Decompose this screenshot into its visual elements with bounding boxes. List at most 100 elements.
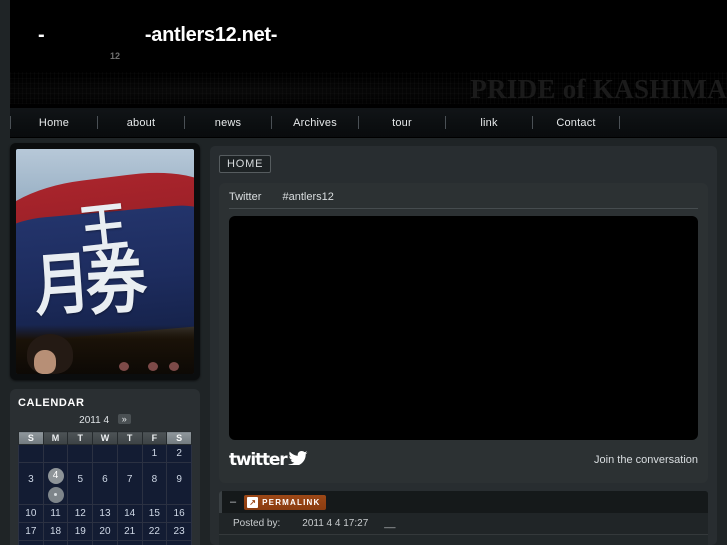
twitter-widget-footer: twitter Join the conversation	[229, 447, 698, 473]
nav-item-about[interactable]: about	[98, 108, 184, 138]
calendar-next-month-button[interactable]: »	[117, 414, 131, 424]
twitter-feed-frame[interactable]	[229, 216, 698, 440]
calendar-weekday-thu: T	[116, 431, 143, 445]
post-title: –	[230, 496, 237, 508]
calendar-day-28: 28	[116, 540, 143, 545]
calendar-day-12: 12	[67, 504, 94, 523]
calendar-day-18: 18	[42, 522, 69, 541]
calendar-table: S M T W T F S 1 2 3 4 5 6 7 8 9 10 11 12…	[18, 431, 192, 545]
calendar-day-9: 9	[166, 462, 192, 505]
calendar-week-row: 17 18 19 20 21 22 23	[18, 522, 192, 541]
calendar-day-10: 10	[18, 504, 44, 523]
calendar-widget: CALENDAR 2011 4 » S M T W T F S 1 2 3 4 …	[10, 389, 200, 545]
site-title: - -antlers12.net-	[38, 24, 277, 47]
calendar-day-30: 30	[166, 540, 192, 545]
permalink-button[interactable]: ↗ PERMALINK	[244, 494, 327, 510]
calendar-day-5: 5	[67, 462, 94, 505]
calendar-day-13: 13	[92, 504, 118, 523]
calendar-weekday-fri: F	[141, 431, 168, 445]
site-header: - -antlers12.net- 12 PRIDE of KASHIMA	[0, 0, 727, 108]
calendar-day-11: 11	[42, 504, 69, 523]
posted-by-label: Posted by:	[233, 518, 281, 529]
calendar-day-empty	[116, 444, 143, 463]
site-title-text: -antlers12.net-	[144, 24, 278, 46]
calendar-day-22: 22	[141, 522, 168, 541]
breadcrumb-home[interactable]: HOME	[219, 155, 272, 173]
calendar-day-empty	[92, 444, 118, 463]
calendar-day-21: 21	[116, 522, 143, 541]
calendar-day-29: 29	[141, 540, 168, 545]
calendar-week-row: 24 25 26 27 28 29 30	[18, 540, 192, 545]
twitter-logo-text: twitter	[229, 450, 288, 470]
nav-item-archives[interactable]: Archives	[272, 108, 358, 138]
flag-kanji-3: 券	[83, 240, 150, 325]
calendar-day-marked[interactable]: 4	[47, 468, 64, 484]
nav-item-link[interactable]: link	[446, 108, 532, 138]
calendar-day-2: 2	[166, 444, 192, 463]
calendar-day-4-cell[interactable]: 4	[42, 462, 69, 505]
calendar-weekday-mon: M	[42, 431, 69, 445]
nav-item-news[interactable]: news	[185, 108, 271, 138]
calendar-day-empty	[67, 444, 94, 463]
sidebar-photo-widget: 王 月 券	[10, 143, 200, 380]
calendar-week-row: 1 2	[18, 444, 192, 463]
crowd-spot	[147, 362, 158, 371]
site-title-prefix: -	[38, 24, 45, 46]
calendar-day-24: 24	[18, 540, 44, 545]
nav-item-tour[interactable]: tour	[359, 108, 445, 138]
calendar-day-entry-indicator[interactable]	[47, 487, 64, 503]
calendar-title: CALENDAR	[18, 397, 85, 409]
calendar-weekday-sun: S	[18, 431, 44, 445]
calendar-day-25: 25	[42, 540, 69, 545]
twitter-bird-icon	[288, 450, 308, 470]
calendar-day-27: 27	[92, 540, 118, 545]
main-content: HOME Twitter #antlers12 twitter Join the…	[210, 138, 727, 545]
calendar-day-16: 16	[166, 504, 192, 523]
calendar-weekday-wed: W	[92, 431, 118, 445]
twitter-widget-label: Twitter	[229, 191, 262, 203]
calendar-week-row: 10 11 12 13 14 15 16	[18, 504, 192, 523]
nav-item-home[interactable]: Home	[11, 108, 97, 138]
calendar-day-26: 26	[67, 540, 94, 545]
post-entry: – ↗ PERMALINK Posted by: 2011 4 4 17:27 …	[219, 491, 708, 545]
calendar-day-empty	[42, 444, 69, 463]
header-tagline: PRIDE of KASHIMA	[470, 74, 727, 104]
content-panel: HOME Twitter #antlers12 twitter Join the…	[210, 146, 717, 545]
calendar-day-23: 23	[166, 522, 192, 541]
sidebar: 王 月 券 CALENDAR 2011 4 » S M T W T F S 1 …	[0, 138, 210, 545]
calendar-day-6: 6	[92, 462, 118, 505]
twitter-logo[interactable]: twitter	[229, 450, 308, 470]
twitter-widget: Twitter #antlers12 twitter Join the conv…	[219, 183, 708, 483]
calendar-day-14: 14	[116, 504, 143, 523]
post-date: 2011 4 4 17:27	[302, 518, 369, 529]
crowd-spot	[169, 362, 180, 371]
calendar-day-19: 19	[67, 522, 94, 541]
permalink-icon: ↗	[247, 496, 259, 508]
calendar-day-20: 20	[92, 522, 118, 541]
photo-crowd	[16, 324, 194, 374]
twitter-join-conversation-link[interactable]: Join the conversation	[594, 454, 698, 466]
nav-item-contact[interactable]: Contact	[533, 108, 619, 138]
crowd-spot	[119, 362, 130, 371]
calendar-day-7: 7	[116, 462, 143, 505]
calendar-day-17: 17	[18, 522, 44, 541]
crowd-face	[33, 350, 56, 374]
calendar-week-row: 3 4 5 6 7 8 9	[18, 462, 192, 505]
post-titlebar: – ↗ PERMALINK	[219, 491, 708, 513]
post-meta: Posted by: 2011 4 4 17:27 __	[219, 513, 708, 535]
post-author: __	[384, 518, 396, 529]
calendar-day-3: 3	[18, 462, 44, 505]
main-navigation: Home about news Archives tour link Conta…	[0, 107, 727, 138]
calendar-weekday-tue: T	[67, 431, 94, 445]
post-body	[219, 535, 708, 545]
permalink-label: PERMALINK	[262, 497, 321, 507]
page-body: 王 月 券 CALENDAR 2011 4 » S M T W T F S 1 …	[0, 138, 727, 545]
calendar-nav: 2011 4 »	[18, 414, 192, 427]
header-left-rail	[0, 0, 10, 108]
calendar-day-1: 1	[141, 444, 168, 463]
nav-divider	[619, 116, 620, 129]
twitter-widget-hashtag[interactable]: #antlers12	[282, 191, 333, 203]
banner-photo: 王 月 券	[16, 149, 194, 374]
calendar-period: 2011 4	[79, 415, 110, 426]
site-subtitle-number: 12	[110, 51, 121, 61]
